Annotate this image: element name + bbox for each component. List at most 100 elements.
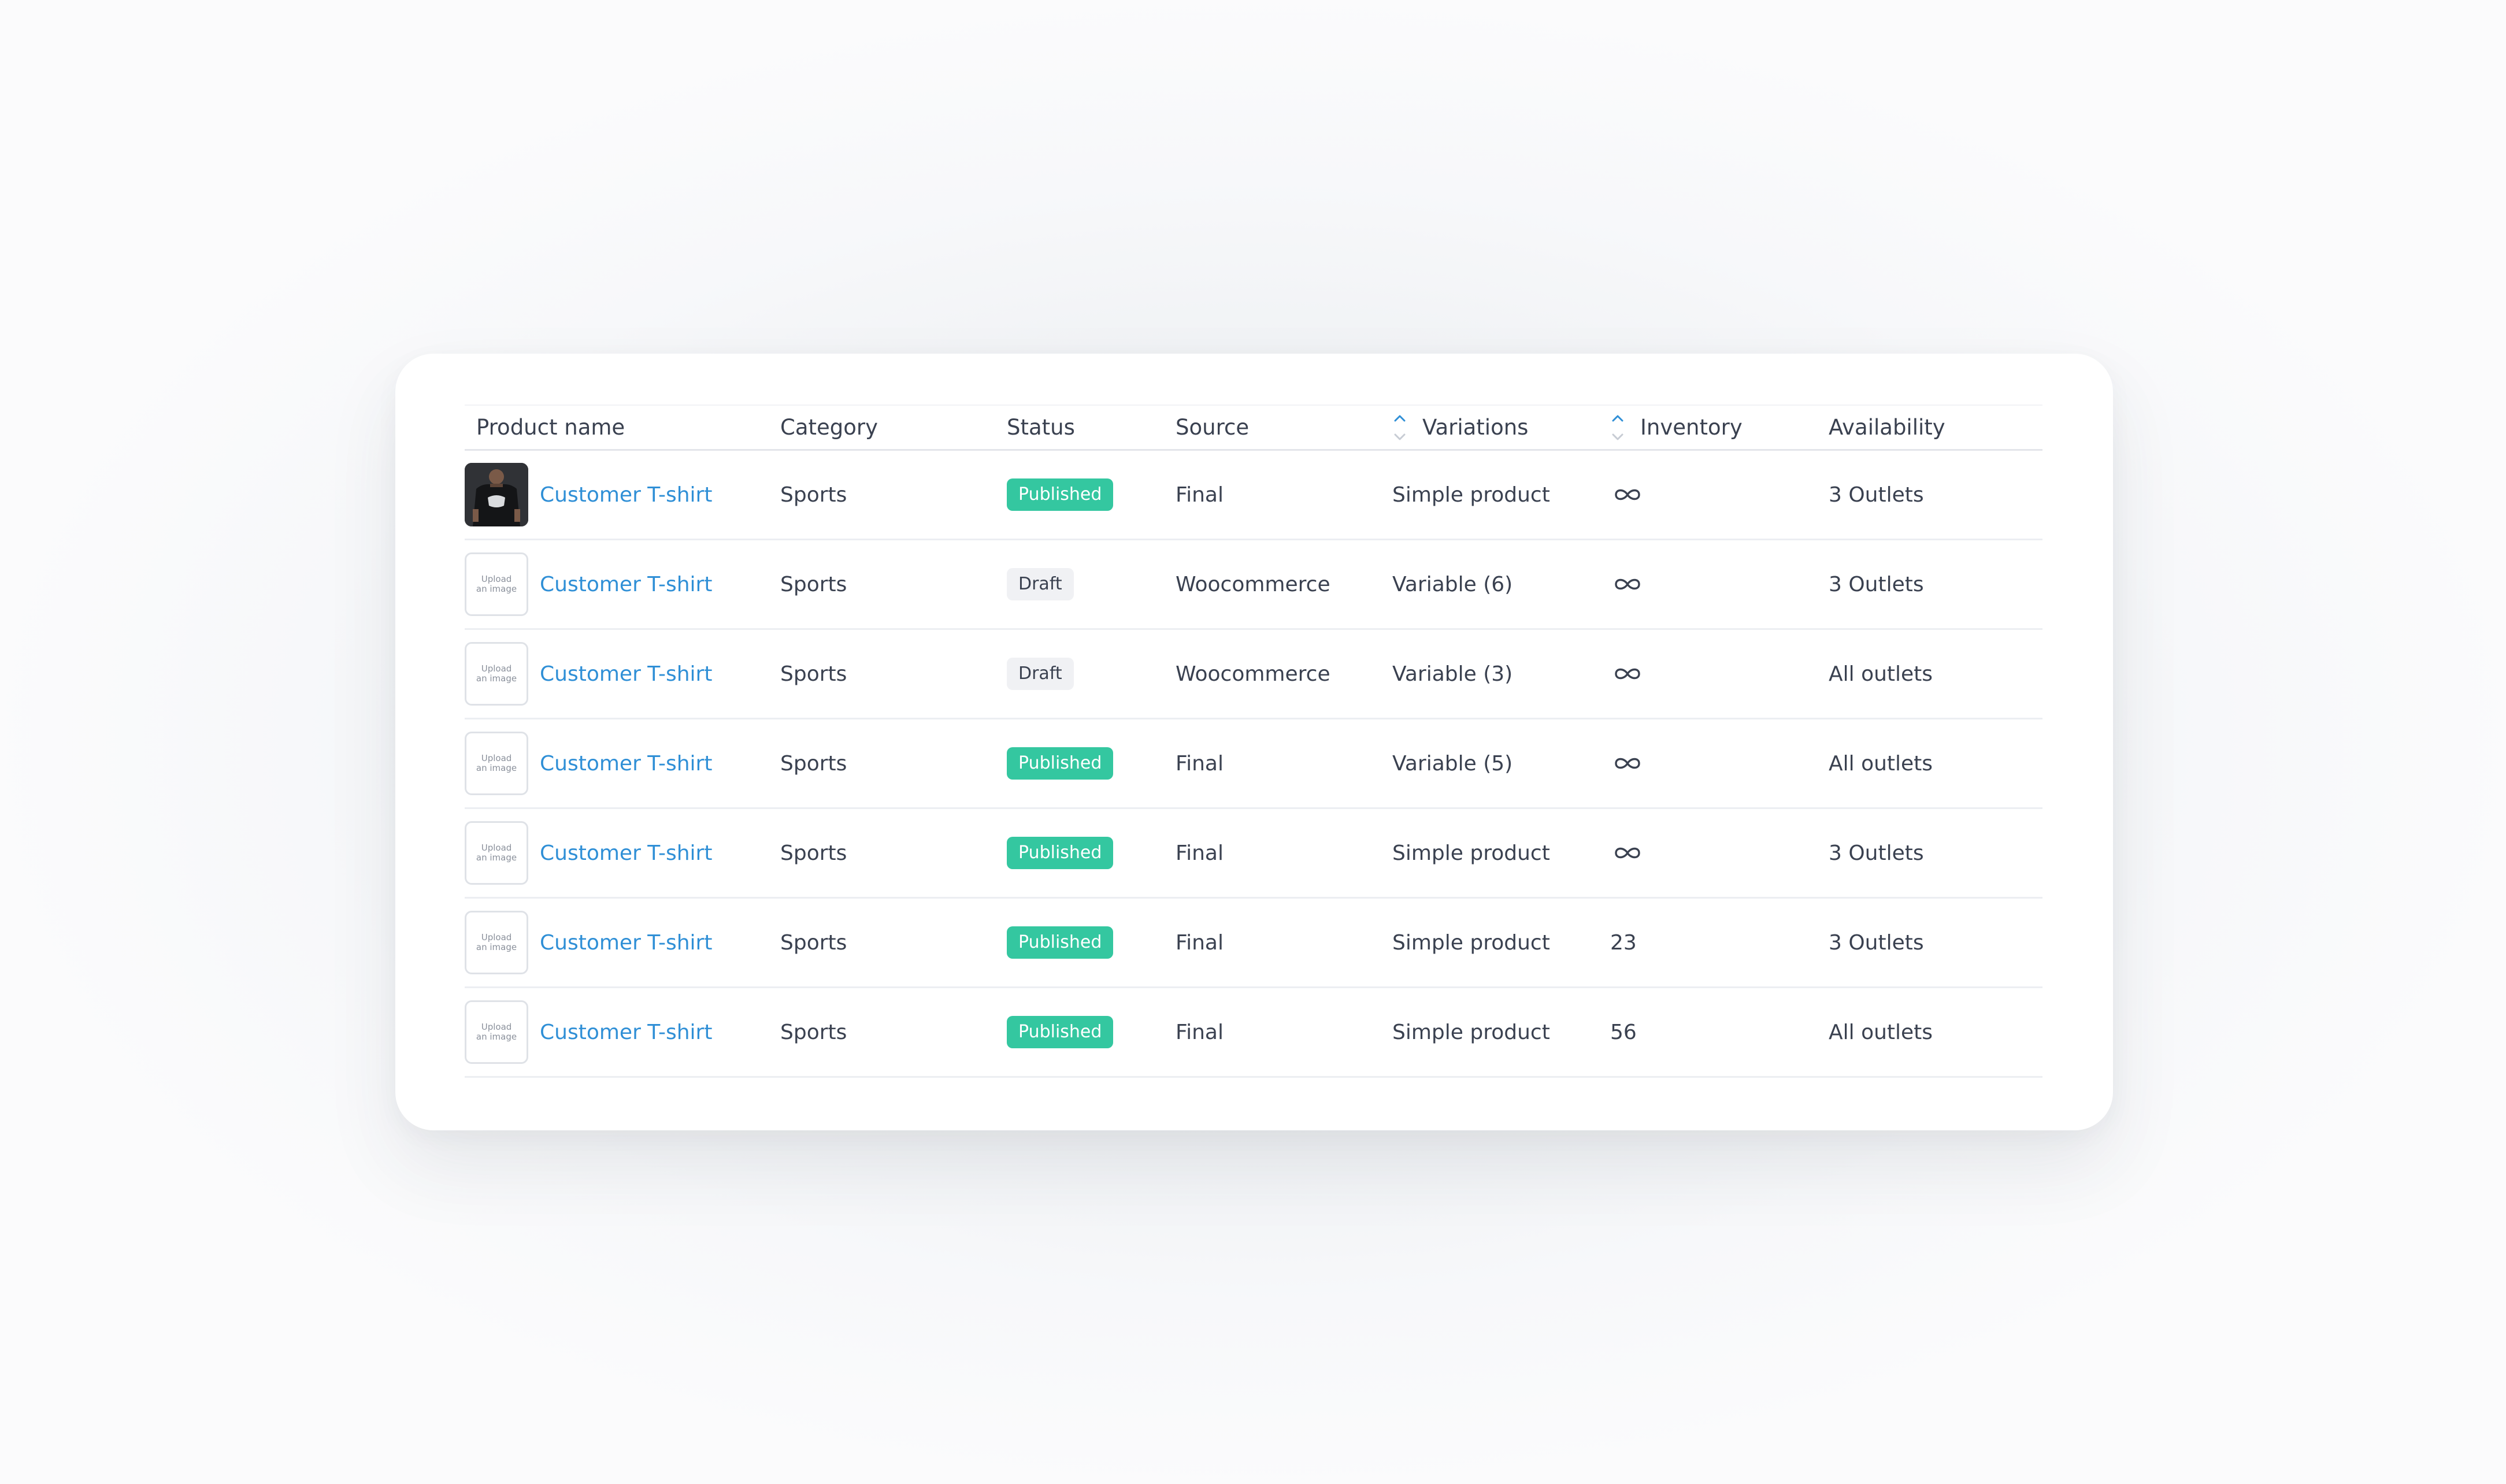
upload-line-2: an image xyxy=(476,852,517,863)
header-inventory-label: Inventory xyxy=(1640,415,1743,440)
status-badge: Published xyxy=(1007,837,1114,869)
header-variations-label: Variations xyxy=(1422,415,1529,440)
header-availability[interactable]: Availability xyxy=(1829,406,1945,449)
infinity-icon xyxy=(1615,758,1640,769)
category-cell: Sports xyxy=(780,930,847,955)
header-inventory[interactable]: Inventory xyxy=(1610,406,1743,449)
product-cell: Upload an image Customer T-shirt xyxy=(465,540,712,628)
status-cell: Published xyxy=(1007,988,1114,1076)
availability-cell: All outlets xyxy=(1829,1020,1933,1044)
products-table: Product name Category Status Source Vari… xyxy=(465,405,2042,1078)
upload-line-2: an image xyxy=(476,1032,517,1042)
status-cell: Published xyxy=(1007,809,1114,897)
upload-image-placeholder[interactable]: Upload an image xyxy=(465,1000,528,1064)
status-cell: Published xyxy=(1007,719,1114,807)
upload-image-placeholder[interactable]: Upload an image xyxy=(465,911,528,974)
product-name-link[interactable]: Customer T-shirt xyxy=(540,573,712,596)
upload-line-2: an image xyxy=(476,673,517,684)
header-status[interactable]: Status xyxy=(1007,406,1075,449)
status-cell: Published xyxy=(1007,451,1114,539)
table-row[interactable]: Upload an image Customer T-shirt Sports Draf… xyxy=(465,630,2042,719)
product-name-link[interactable]: Customer T-shirt xyxy=(540,841,712,865)
source-cell: Final xyxy=(1176,930,1224,955)
upload-line-1: Upload xyxy=(481,574,512,584)
products-card: Product name Category Status Source Vari… xyxy=(395,354,2113,1130)
product-cell: Upload an image Customer T-shirt xyxy=(465,809,712,897)
table-row[interactable]: Customer T-shirt Sports Published Final Simp… xyxy=(465,451,2042,540)
product-cell: Upload an image Customer T-shirt xyxy=(465,630,712,718)
inventory-cell xyxy=(1610,630,1643,718)
inventory-cell xyxy=(1610,719,1643,807)
infinity-icon xyxy=(1615,578,1640,590)
inventory-cell xyxy=(1610,809,1643,897)
inventory-cell xyxy=(1610,540,1643,628)
inventory-value: 23 xyxy=(1610,930,1637,955)
product-cell: Upload an image Customer T-shirt xyxy=(465,719,712,807)
variations-cell: Simple product xyxy=(1392,483,1550,507)
category-cell: Sports xyxy=(780,662,847,686)
table-row[interactable]: Upload an image Customer T-shirt Sports Publ… xyxy=(465,988,2042,1078)
table-row[interactable]: Upload an image Customer T-shirt Sports Publ… xyxy=(465,719,2042,809)
product-name-link[interactable]: Customer T-shirt xyxy=(540,662,712,686)
availability-cell: All outlets xyxy=(1829,751,1933,776)
upload-line-1: Upload xyxy=(481,843,512,853)
status-badge: Published xyxy=(1007,926,1114,959)
status-badge: Draft xyxy=(1007,658,1074,690)
sort-icon[interactable] xyxy=(1610,411,1625,444)
product-name-link[interactable]: Customer T-shirt xyxy=(540,483,712,507)
source-cell: Woocommerce xyxy=(1176,572,1330,596)
header-variations[interactable]: Variations xyxy=(1392,406,1528,449)
product-cell: Upload an image Customer T-shirt xyxy=(465,899,712,986)
variations-cell: Simple product xyxy=(1392,841,1550,865)
availability-cell: All outlets xyxy=(1829,662,1933,686)
source-cell: Final xyxy=(1176,751,1224,776)
table-row[interactable]: Upload an image Customer T-shirt Sports Publ… xyxy=(465,809,2042,899)
header-category[interactable]: Category xyxy=(780,406,878,449)
upload-line-2: an image xyxy=(476,584,517,594)
inventory-value: 56 xyxy=(1610,1020,1637,1044)
category-cell: Sports xyxy=(780,483,847,507)
category-cell: Sports xyxy=(780,1020,847,1044)
upload-line-2: an image xyxy=(476,763,517,773)
variations-cell: Variable (3) xyxy=(1392,662,1513,686)
infinity-icon xyxy=(1615,847,1640,859)
variations-cell: Simple product xyxy=(1392,930,1550,955)
header-product-name[interactable]: Product name xyxy=(476,406,625,449)
category-cell: Sports xyxy=(780,572,847,596)
status-badge: Published xyxy=(1007,1016,1114,1048)
product-name-link[interactable]: Customer T-shirt xyxy=(540,1021,712,1044)
infinity-icon xyxy=(1615,668,1640,680)
upload-image-placeholder[interactable]: Upload an image xyxy=(465,552,528,616)
product-name-link[interactable]: Customer T-shirt xyxy=(540,931,712,955)
inventory-cell: 56 xyxy=(1610,988,1637,1076)
sort-icon[interactable] xyxy=(1392,411,1407,444)
source-cell: Final xyxy=(1176,841,1224,865)
upload-image-placeholder[interactable]: Upload an image xyxy=(465,821,528,885)
availability-cell: 3 Outlets xyxy=(1829,841,1924,865)
product-thumbnail[interactable] xyxy=(465,463,528,526)
upload-line-1: Upload xyxy=(481,932,512,943)
header-source[interactable]: Source xyxy=(1176,406,1249,449)
variations-cell: Simple product xyxy=(1392,1020,1550,1044)
table-row[interactable]: Upload an image Customer T-shirt Sports Draf… xyxy=(465,540,2042,630)
status-badge: Published xyxy=(1007,747,1114,780)
upload-image-placeholder[interactable]: Upload an image xyxy=(465,642,528,706)
inventory-cell: 23 xyxy=(1610,899,1637,986)
product-name-link[interactable]: Customer T-shirt xyxy=(540,752,712,776)
product-cell: Customer T-shirt xyxy=(465,451,712,539)
upload-image-placeholder[interactable]: Upload an image xyxy=(465,732,528,795)
source-cell: Final xyxy=(1176,483,1224,507)
upload-line-1: Upload xyxy=(481,663,512,674)
status-badge: Published xyxy=(1007,478,1114,511)
table-body: Customer T-shirt Sports Published Final Simp… xyxy=(465,451,2042,1078)
availability-cell: 3 Outlets xyxy=(1829,483,1924,507)
table-header-row: Product name Category Status Source Vari… xyxy=(465,405,2042,451)
status-cell: Published xyxy=(1007,899,1114,986)
source-cell: Woocommerce xyxy=(1176,662,1330,686)
category-cell: Sports xyxy=(780,841,847,865)
status-badge: Draft xyxy=(1007,568,1074,600)
source-cell: Final xyxy=(1176,1020,1224,1044)
tshirt-photo-icon xyxy=(465,463,528,526)
infinity-icon xyxy=(1615,489,1640,500)
table-row[interactable]: Upload an image Customer T-shirt Sports Publ… xyxy=(465,899,2042,988)
